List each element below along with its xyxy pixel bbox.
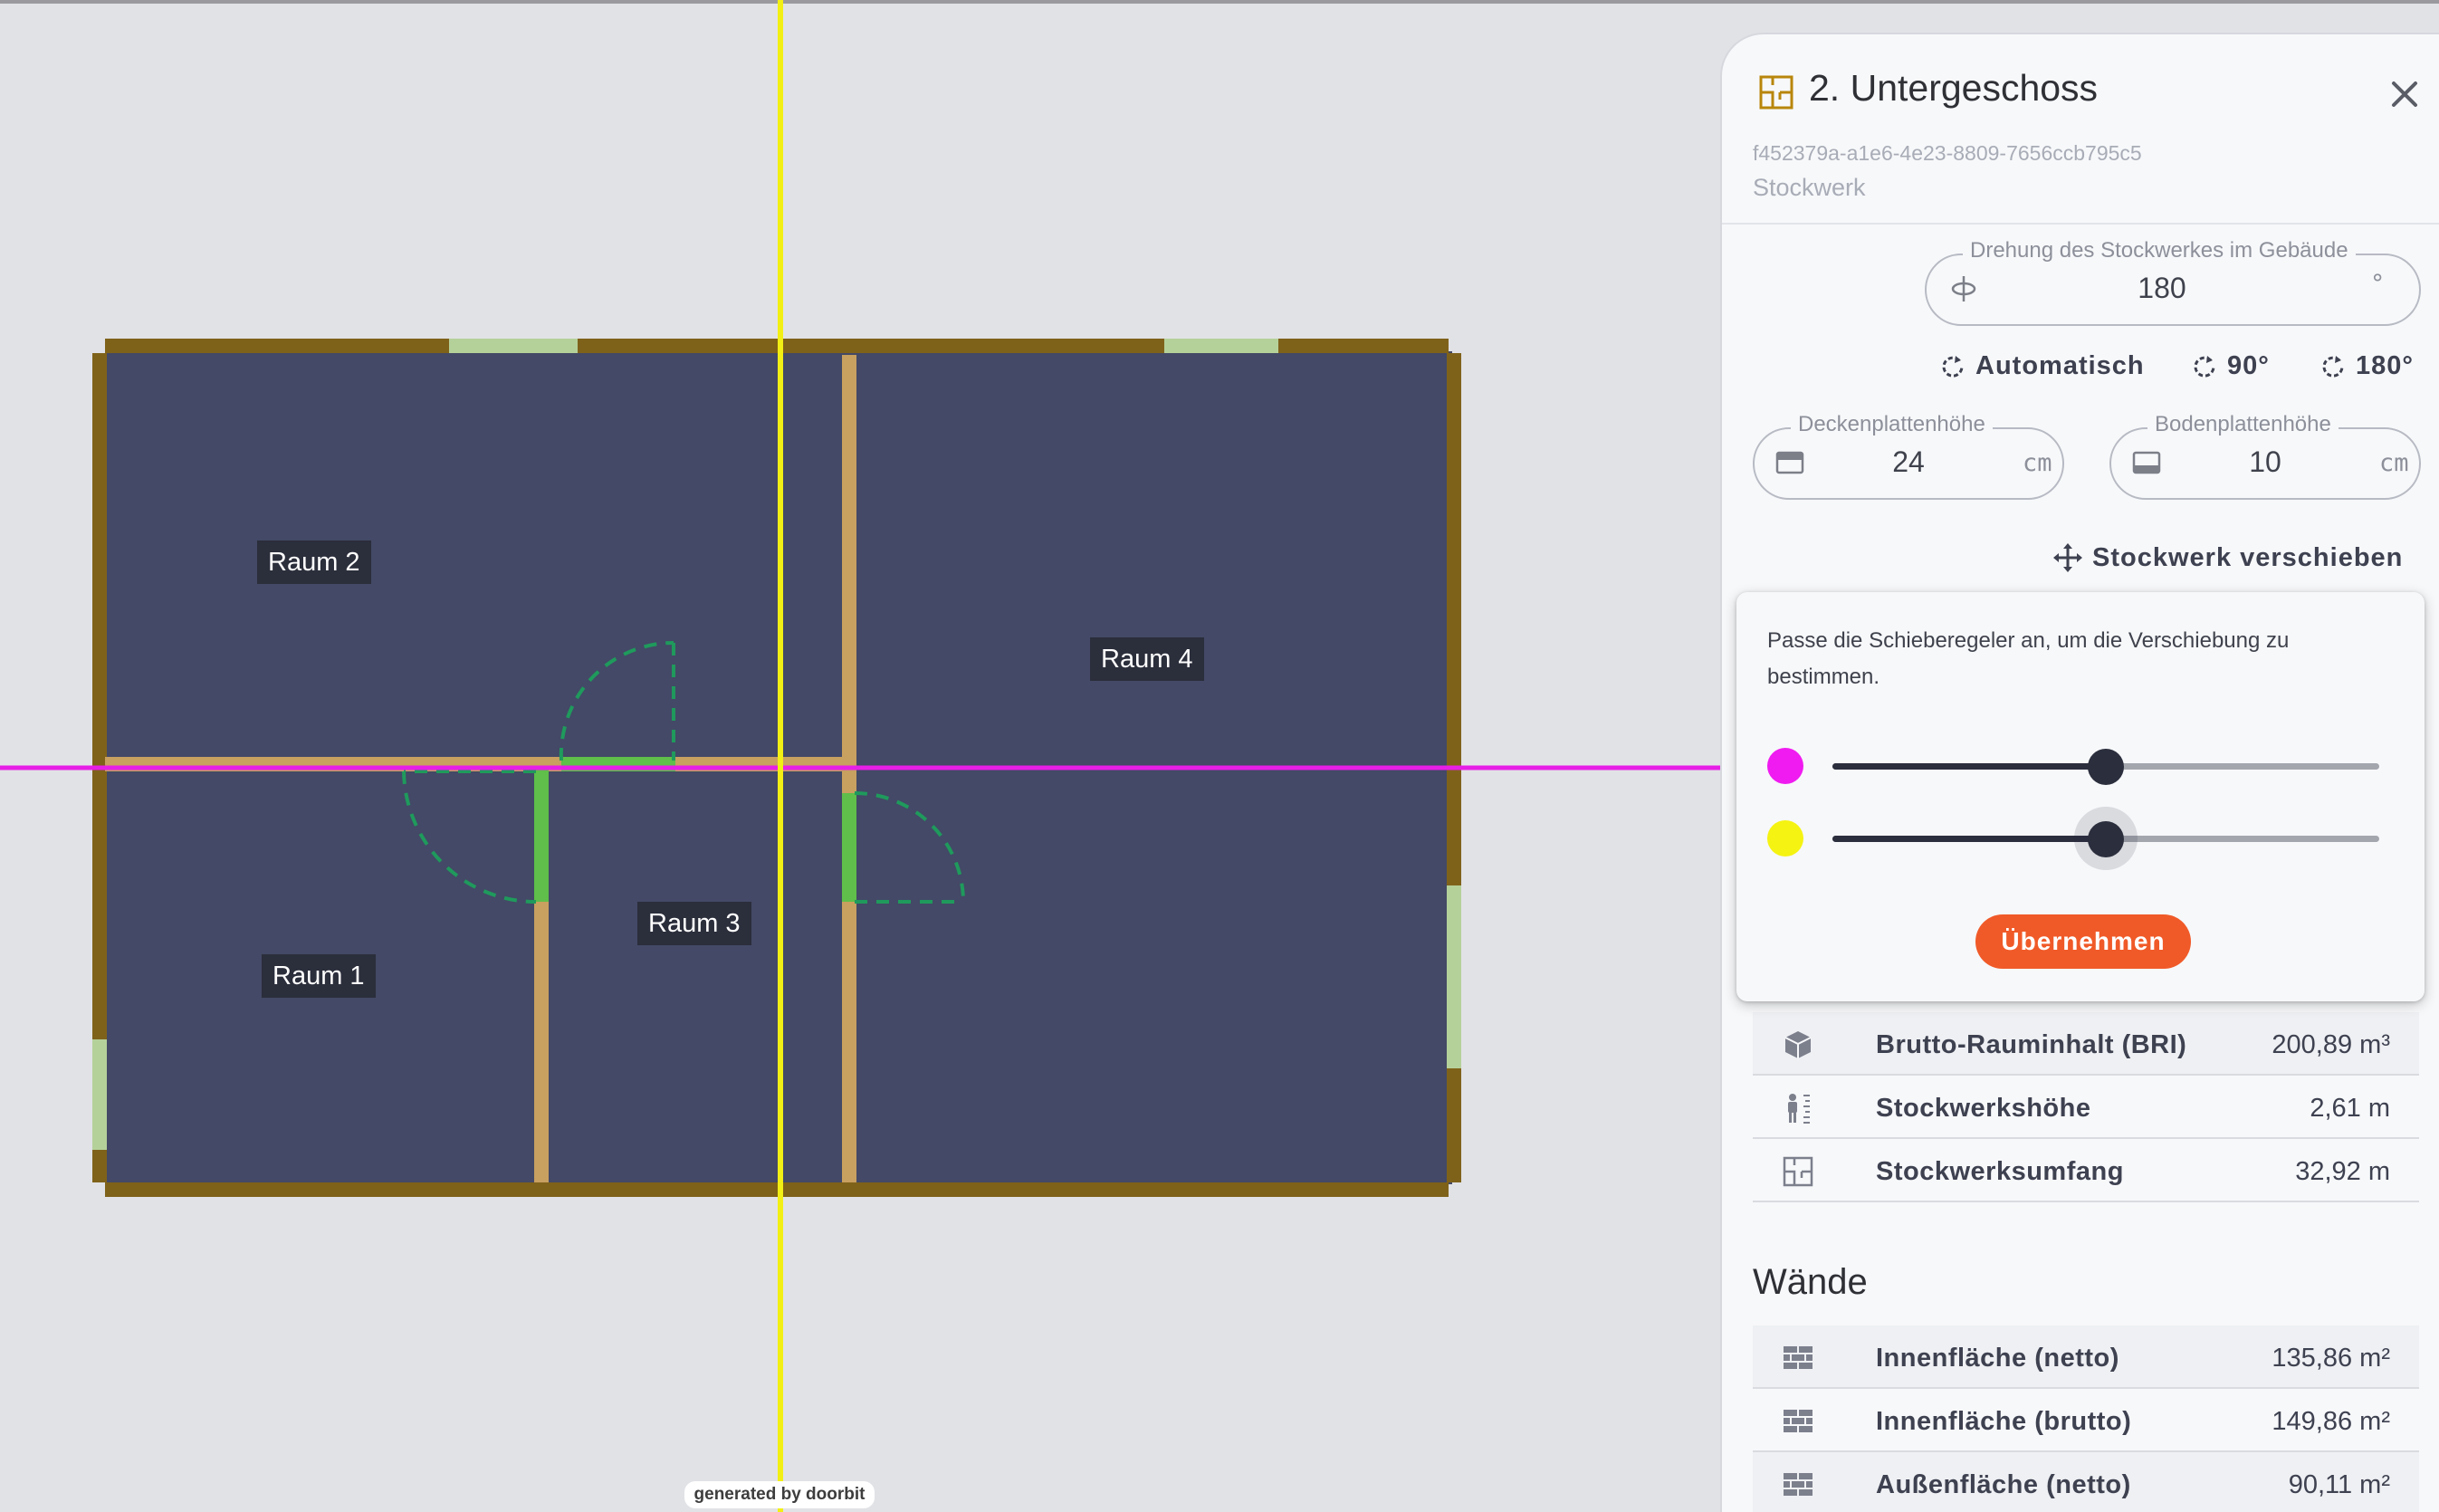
person-height-icon xyxy=(1788,1094,1810,1124)
floor-slab-unit: cm xyxy=(2379,449,2409,477)
wall-row: Innenfläche (netto) 135,86 m² xyxy=(1753,1325,2419,1389)
wall-value: 90,11 m² xyxy=(2288,1470,2390,1499)
rotate-cw-icon xyxy=(2194,356,2215,378)
door xyxy=(842,793,856,902)
move-icon xyxy=(2053,543,2082,572)
slider-thumb[interactable] xyxy=(2088,821,2124,857)
wall-label: Außenfläche (netto) xyxy=(1876,1470,2131,1499)
watermark: generated by doorbit xyxy=(684,1481,875,1508)
rotate-cw-icon xyxy=(2322,356,2344,378)
rotation-unit: ° xyxy=(2370,270,2386,298)
apply-button[interactable]: Übernehmen xyxy=(1975,914,2191,969)
stat-label: Stockwerkshöhe xyxy=(1876,1094,2091,1123)
ceiling-slab-label: Deckenplattenhöhe xyxy=(1791,412,1993,437)
brick-wall-icon xyxy=(1784,1473,1813,1496)
stat-row-bri: Brutto-Rauminhalt (BRI) 200,89 m³ xyxy=(1753,1012,2419,1076)
popover-instructions: Passe die Schieberegeler an, um die Vers… xyxy=(1767,628,2290,689)
exterior-wall-bottom xyxy=(105,1182,1449,1197)
door xyxy=(534,768,549,902)
room-label[interactable]: Raum 2 xyxy=(257,541,371,584)
rotation-field-label: Drehung des Stockwerkes im Gebäude xyxy=(1963,238,2356,263)
ceiling-slab-unit: cm xyxy=(2023,449,2052,477)
floor-plan-svg xyxy=(0,0,1720,1512)
room-label[interactable]: Raum 1 xyxy=(262,954,376,998)
wall-row: Innenfläche (brutto) 149,86 m² xyxy=(1753,1389,2419,1452)
floor-plan-canvas[interactable]: Raum 2 Raum 4 Raum 3 Raum 1 generated by… xyxy=(0,0,1720,1512)
y-offset-slider[interactable] xyxy=(1832,807,2379,870)
rotation-field[interactable]: Drehung des Stockwerkes im Gebäude 180 ° xyxy=(1925,238,2421,326)
floor-slab-field[interactable]: Bodenplattenhöhe 10 cm xyxy=(2109,412,2421,500)
stat-row-perimeter: Stockwerksumfang 32,92 m xyxy=(1753,1139,2419,1202)
cube-icon xyxy=(1784,1031,1812,1058)
window xyxy=(449,339,578,353)
rotate-180-button[interactable]: 180° xyxy=(2319,348,2414,384)
slider-thumb[interactable] xyxy=(2088,749,2124,785)
wall-label: Innenfläche (netto) xyxy=(1876,1344,2119,1373)
floor-slab-icon xyxy=(2132,451,2161,474)
rotate-auto-button[interactable]: Automatisch xyxy=(1939,348,2145,384)
divider xyxy=(1722,223,2439,225)
rotate-180-label: 180° xyxy=(2356,350,2414,380)
wall-value: 149,86 m² xyxy=(2272,1407,2390,1436)
window xyxy=(92,1039,107,1150)
close-icon[interactable] xyxy=(2386,76,2423,112)
ceiling-slab-field[interactable]: Deckenplattenhöhe 24 cm xyxy=(1753,412,2064,500)
x-offset-slider[interactable] xyxy=(1832,739,2379,793)
rotate-cw-icon xyxy=(1942,356,1964,378)
room-label[interactable]: Raum 3 xyxy=(637,902,751,945)
room-label[interactable]: Raum 4 xyxy=(1090,637,1204,681)
wall-row: Außenfläche (netto) 90,11 m² xyxy=(1753,1452,2419,1512)
stat-row-height: Stockwerkshöhe 2,61 m xyxy=(1753,1076,2419,1139)
walls-section-title: Wände xyxy=(1753,1262,1868,1302)
stat-value: 200,89 m³ xyxy=(2272,1030,2390,1059)
slider-fill xyxy=(1832,763,2106,770)
move-floor-button[interactable]: Stockwerk verschieben xyxy=(2052,538,2403,578)
stat-label: Brutto-Rauminhalt (BRI) xyxy=(1876,1030,2187,1059)
floorplan-icon xyxy=(1783,1156,1813,1187)
rotate-90-button[interactable]: 90° xyxy=(2191,348,2270,384)
brick-wall-icon xyxy=(1784,1346,1813,1369)
panel-title: 2. Untergeschoss xyxy=(1809,67,2099,109)
rotate-axis-icon xyxy=(1951,276,1976,301)
rotation-button-row: Automatisch 90° 180° xyxy=(1722,348,2439,384)
ceiling-slab-value[interactable]: 24 xyxy=(1863,445,1954,479)
stat-value: 32,92 m xyxy=(2295,1157,2390,1186)
move-floor-label: Stockwerk verschieben xyxy=(2092,542,2404,572)
move-floor-popover: Passe die Schieberegeler an, um die Vers… xyxy=(1736,592,2425,1001)
slider-fill xyxy=(1832,836,2106,842)
ceiling-slab-icon xyxy=(1775,451,1804,474)
wall-value: 135,86 m² xyxy=(2272,1344,2390,1373)
x-axis-color-dot xyxy=(1767,748,1803,784)
floor-type-label: Stockwerk xyxy=(1753,174,1866,201)
rotate-auto-label: Automatisch xyxy=(1975,350,2145,380)
y-axis-color-dot xyxy=(1767,820,1803,856)
floorplan-icon xyxy=(1759,75,1793,110)
floor-slab-value[interactable]: 10 xyxy=(2220,445,2310,479)
window xyxy=(1447,885,1461,1068)
brick-wall-icon xyxy=(1784,1410,1813,1432)
stat-value: 2,61 m xyxy=(2310,1094,2390,1123)
rotation-value[interactable]: 180 xyxy=(2108,272,2216,305)
wall-label: Innenfläche (brutto) xyxy=(1876,1407,2132,1436)
floor-uuid: f452379a-a1e6-4e23-8809-7656ccb795c5 xyxy=(1753,141,2142,165)
floor-slab-label: Bodenplattenhöhe xyxy=(2147,412,2339,437)
window xyxy=(1164,339,1278,353)
rotate-90-label: 90° xyxy=(2227,350,2270,380)
stat-label: Stockwerksumfang xyxy=(1876,1157,2124,1186)
